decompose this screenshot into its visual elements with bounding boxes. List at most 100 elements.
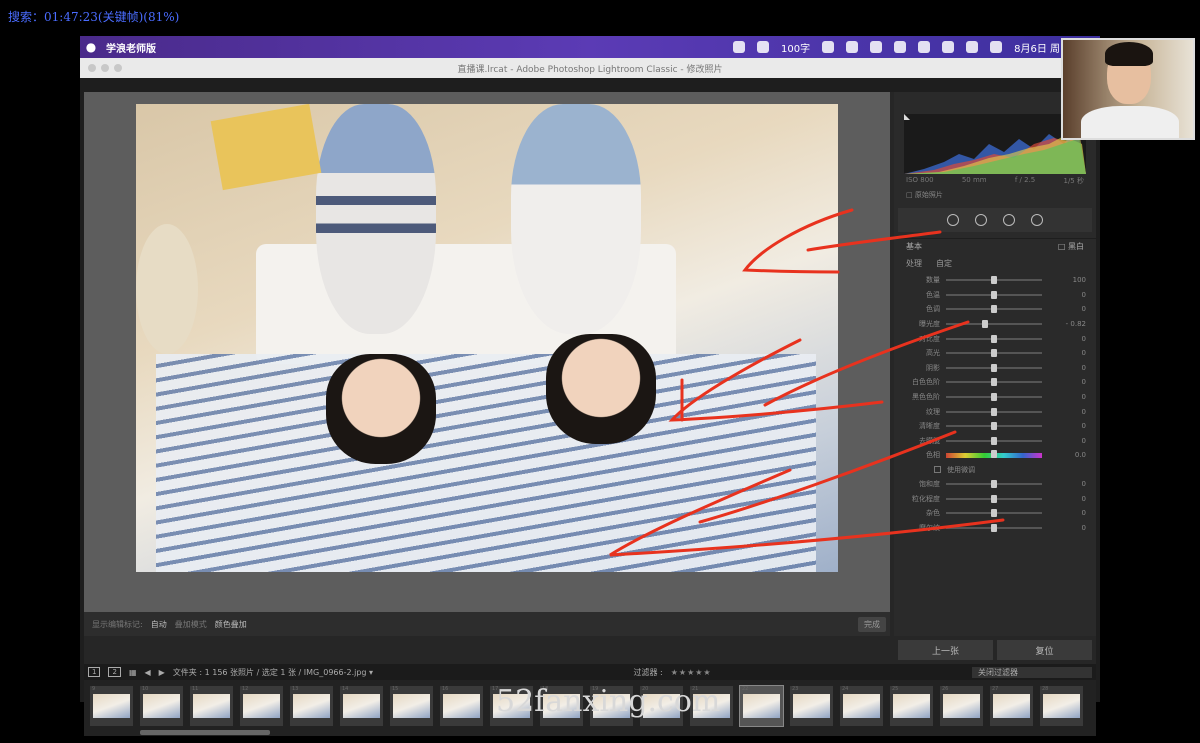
- grid-icon[interactable]: ▦: [129, 668, 137, 677]
- slider-handle[interactable]: [991, 334, 997, 343]
- filter-select[interactable]: 关闭过滤器: [971, 666, 1092, 678]
- slider-handle[interactable]: [991, 422, 997, 431]
- slider-track[interactable]: [946, 407, 1042, 416]
- filmstrip-thumbnail[interactable]: 10: [140, 686, 183, 726]
- slider-handle[interactable]: [991, 393, 997, 402]
- screen-mirror-icon[interactable]: [733, 41, 745, 53]
- slider-track[interactable]: [946, 320, 1042, 329]
- filmstrip-thumbnail[interactable]: 14: [340, 686, 383, 726]
- crop-icon[interactable]: [947, 214, 959, 226]
- slider-handle[interactable]: [991, 276, 997, 285]
- close-icon[interactable]: [88, 64, 96, 72]
- filmstrip-thumbnail[interactable]: 26: [940, 686, 983, 726]
- monitor-2-button[interactable]: 2: [108, 667, 121, 677]
- slider-track[interactable]: [946, 480, 1042, 489]
- slider-handle[interactable]: [991, 480, 997, 489]
- slider-value[interactable]: 100: [1048, 276, 1086, 284]
- slider-track[interactable]: [946, 393, 1042, 402]
- slider-handle[interactable]: [991, 378, 997, 387]
- slider-track[interactable]: [946, 334, 1042, 343]
- slider-handle[interactable]: [991, 449, 997, 458]
- reset-button[interactable]: 复位: [997, 640, 1092, 660]
- slider-value[interactable]: 0: [1048, 480, 1086, 488]
- filmstrip-thumbnail[interactable]: 16: [440, 686, 483, 726]
- slider-handle[interactable]: [991, 363, 997, 372]
- slider-handle[interactable]: [982, 320, 989, 329]
- sync-icon[interactable]: [894, 41, 907, 53]
- slider-value[interactable]: 0: [1048, 495, 1086, 503]
- slider-handle[interactable]: [991, 290, 997, 299]
- fine-tune-checkbox[interactable]: [934, 466, 941, 474]
- filmstrip-thumbnail[interactable]: 9: [90, 686, 133, 726]
- slider-track[interactable]: [946, 509, 1042, 518]
- menubar-app-name[interactable]: 学浪老师版: [106, 40, 156, 55]
- forward-arrow-icon[interactable]: ▶: [159, 668, 165, 677]
- filmstrip-thumbnail[interactable]: 28: [1040, 686, 1083, 726]
- back-arrow-icon[interactable]: ◀: [145, 668, 151, 677]
- slider-value[interactable]: 0: [1048, 364, 1086, 372]
- slider-track[interactable]: [946, 290, 1042, 299]
- wifi-icon[interactable]: [942, 41, 955, 53]
- rating-filter[interactable]: ★★★★★: [671, 668, 712, 677]
- previous-button[interactable]: 上一张: [898, 640, 993, 660]
- slider-handle[interactable]: [991, 305, 997, 314]
- apple-icon[interactable]: ●: [80, 40, 102, 54]
- slider-track[interactable]: [946, 349, 1042, 358]
- slider-track[interactable]: [946, 436, 1042, 445]
- slider-handle[interactable]: [991, 436, 997, 445]
- zoom-status[interactable]: 100字: [781, 40, 810, 55]
- slider-track[interactable]: [946, 363, 1042, 372]
- cluster-icon[interactable]: [757, 41, 769, 53]
- source-path[interactable]: 文件夹 : 1 156 张照片 / 选定 1 张 / IMG_0966-2.jp…: [173, 667, 373, 678]
- black-white-toggle[interactable]: □ 黑白: [1058, 241, 1084, 252]
- monitor-1-button[interactable]: 1: [88, 667, 101, 677]
- fine-tune-checkbox-row[interactable]: 使用微调: [894, 463, 1096, 477]
- filmstrip-thumbnail[interactable]: 25: [890, 686, 933, 726]
- slider-value[interactable]: - 0.82: [1048, 320, 1086, 328]
- slider-value[interactable]: 0: [1048, 378, 1086, 386]
- slider-value[interactable]: 0: [1048, 509, 1086, 517]
- emoji-icon[interactable]: [822, 41, 835, 53]
- minimize-icon[interactable]: [101, 64, 109, 72]
- microphone-icon[interactable]: [846, 41, 859, 53]
- zoom-icon[interactable]: [114, 64, 122, 72]
- slider-track[interactable]: [946, 422, 1042, 431]
- slider-value[interactable]: 0: [1048, 393, 1086, 401]
- filmstrip-scrollbar[interactable]: [140, 730, 270, 735]
- slider-value[interactable]: 0: [1048, 422, 1086, 430]
- slider-handle[interactable]: [991, 407, 997, 416]
- slider-handle[interactable]: [991, 523, 997, 532]
- slider-track[interactable]: [946, 494, 1042, 503]
- edited-photo[interactable]: [136, 104, 838, 572]
- basic-section-header[interactable]: 基本 □ 黑白: [894, 238, 1096, 254]
- filmstrip-thumbnail[interactable]: 24: [840, 686, 883, 726]
- show-edit-pins-select[interactable]: 自动: [151, 619, 167, 630]
- slider-track[interactable]: [946, 305, 1042, 314]
- filmstrip-thumbnail[interactable]: 22: [739, 685, 784, 727]
- slider-track[interactable]: [946, 523, 1042, 532]
- slider-value[interactable]: 0: [1048, 408, 1086, 416]
- menubar-date[interactable]: 8月6日 周: [1014, 40, 1060, 55]
- slider-value[interactable]: 0: [1048, 524, 1086, 532]
- filmstrip-thumbnail[interactable]: 12: [240, 686, 283, 726]
- radial-filter-icon[interactable]: [1031, 214, 1043, 226]
- overlay-mode-select[interactable]: 颜色叠加: [215, 619, 247, 630]
- filmstrip-thumbnail[interactable]: 13: [290, 686, 333, 726]
- filmstrip-thumbnail[interactable]: 23: [790, 686, 833, 726]
- search-icon[interactable]: [966, 41, 979, 53]
- done-button[interactable]: 完成: [858, 616, 886, 632]
- slider-handle[interactable]: [991, 349, 997, 358]
- control-center-icon[interactable]: [990, 41, 1003, 53]
- brush-icon[interactable]: [975, 214, 987, 226]
- histogram[interactable]: [904, 114, 1086, 174]
- redeye-icon[interactable]: [1003, 214, 1015, 226]
- slider-value[interactable]: 0: [1048, 349, 1086, 357]
- slider-track[interactable]: [946, 449, 1042, 458]
- battery-icon[interactable]: [918, 41, 931, 53]
- slider-handle[interactable]: [991, 509, 997, 518]
- filmstrip-thumbnail[interactable]: 15: [390, 686, 433, 726]
- profile-value[interactable]: 自定: [936, 258, 952, 269]
- slider-value[interactable]: 0.0: [1048, 451, 1086, 459]
- slider-track[interactable]: [946, 378, 1042, 387]
- slider-track[interactable]: [946, 276, 1042, 285]
